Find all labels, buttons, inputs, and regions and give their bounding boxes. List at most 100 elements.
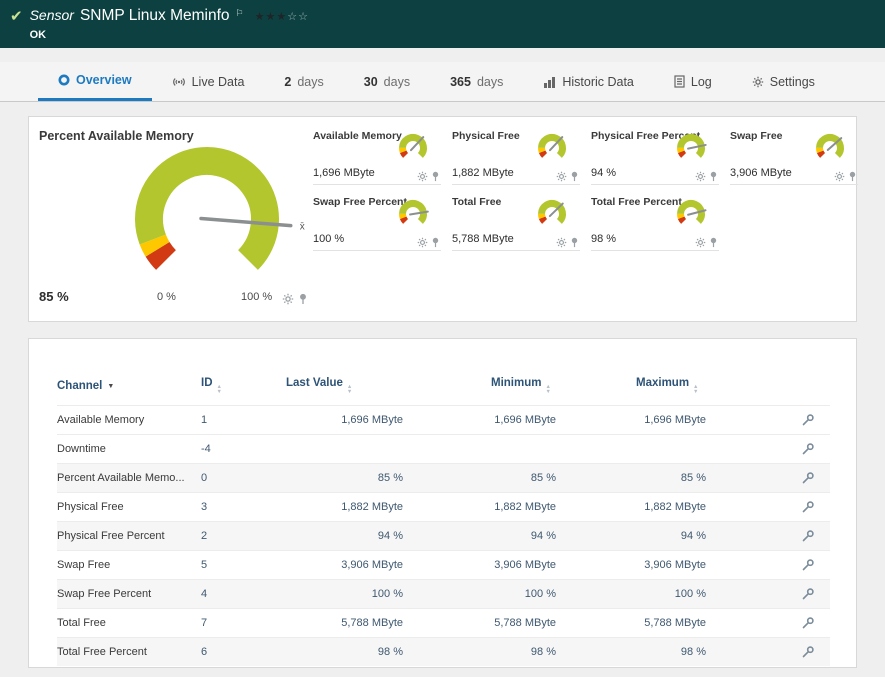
gauges-panel: Percent Available Memory x̄ 85 % 0 % 100… (28, 116, 857, 322)
gear-icon[interactable] (556, 237, 567, 248)
minimum-cell: 3,906 MByte (491, 551, 636, 580)
mini-gauge-dial (393, 130, 433, 166)
sensor-header: ✔ Sensor SNMP Linux Meminfo ⚐ ★★★☆☆ OK (0, 0, 885, 48)
mini-gauge-dial (532, 130, 572, 166)
mini-gauge-dial (671, 130, 711, 166)
column-header-maximum[interactable]: Maximum▲▼ (636, 369, 786, 406)
tab-label: days (477, 75, 503, 89)
empty-cell (730, 195, 858, 251)
table-row[interactable]: Swap Free Percent 4 100 % 100 % 100 % (57, 580, 830, 609)
gauge-min-label: 0 % (157, 291, 176, 303)
channel-settings-wrench-icon[interactable] (801, 471, 815, 485)
gear-icon[interactable] (282, 293, 294, 305)
table-row[interactable]: Total Free 7 5,788 MByte 5,788 MByte 5,7… (57, 609, 830, 638)
table-row[interactable]: Physical Free Percent 2 94 % 94 % 94 % (57, 522, 830, 551)
channel-id-cell: 3 (201, 493, 286, 522)
last-value-cell (286, 435, 491, 464)
channel-name-cell[interactable]: Swap Free Percent (57, 580, 201, 609)
channel-settings-wrench-icon[interactable] (801, 587, 815, 601)
channel-id-cell: 5 (201, 551, 286, 580)
overview-gauge-icon (58, 74, 70, 86)
sort-desc-icon: ▼ (107, 383, 114, 390)
column-header-last-value[interactable]: Last Value▲▼ (286, 369, 491, 406)
maximum-cell: 5,788 MByte (636, 609, 786, 638)
table-row[interactable]: Percent Available Memo... 0 85 % 85 % 85… (57, 464, 830, 493)
channel-settings-wrench-icon[interactable] (801, 529, 815, 543)
mini-gauge-value: 94 % (591, 167, 616, 179)
pin-icon[interactable] (708, 171, 719, 182)
channel-name-cell[interactable]: Physical Free Percent (57, 522, 201, 551)
mini-gauge-value: 100 % (313, 233, 344, 245)
maximum-cell: 98 % (636, 638, 786, 667)
gear-icon[interactable] (695, 171, 706, 182)
main-gauge-dial: x̄ (77, 127, 327, 287)
tab-historic-data[interactable]: Historic Data (523, 62, 654, 101)
last-value-cell: 94 % (286, 522, 491, 551)
tab-overview[interactable]: Overview (38, 62, 152, 101)
table-row[interactable]: Swap Free 5 3,906 MByte 3,906 MByte 3,90… (57, 551, 830, 580)
pin-icon[interactable] (569, 237, 580, 248)
channel-name-cell[interactable]: Total Free (57, 609, 201, 638)
channel-settings-wrench-icon[interactable] (801, 645, 815, 659)
status-check-icon: ✔ (10, 9, 23, 24)
tab-label: days (297, 75, 323, 89)
status-badge: OK (30, 29, 309, 41)
last-value-cell: 5,788 MByte (286, 609, 491, 638)
pin-icon[interactable] (847, 171, 858, 182)
mini-gauge-title: Total Free (452, 196, 501, 208)
pin-icon[interactable] (708, 237, 719, 248)
maximum-cell: 94 % (636, 522, 786, 551)
tab-30-days[interactable]: 30 days (344, 62, 430, 101)
column-header-id[interactable]: ID▲▼ (201, 369, 286, 406)
channel-name-cell[interactable]: Percent Available Memo... (57, 464, 201, 493)
channel-name-cell[interactable]: Physical Free (57, 493, 201, 522)
priority-flag-icon[interactable]: ⚐ (236, 8, 244, 19)
mini-gauge-value: 1,696 MByte (313, 167, 375, 179)
gauge-max-label: 100 % (241, 291, 272, 303)
channel-name-cell[interactable]: Swap Free (57, 551, 201, 580)
table-row[interactable]: Total Free Percent 6 98 % 98 % 98 % (57, 638, 830, 667)
column-label: ID (201, 377, 213, 389)
column-header-channel[interactable]: Channel▼ (57, 369, 201, 406)
mini-gauge-cell: Physical Free 1,882 MByte (452, 129, 580, 185)
tab-number: 30 (364, 75, 378, 89)
minimum-cell (491, 435, 636, 464)
channel-settings-wrench-icon[interactable] (801, 442, 815, 456)
gear-icon[interactable] (556, 171, 567, 182)
pin-icon[interactable] (430, 237, 441, 248)
channel-name-cell[interactable]: Available Memory (57, 406, 201, 435)
tab-2-days[interactable]: 2 days (264, 62, 343, 101)
tab-log[interactable]: Log (654, 62, 732, 101)
pin-icon[interactable] (297, 293, 309, 305)
table-row[interactable]: Downtime -4 (57, 435, 830, 464)
gear-icon[interactable] (417, 171, 428, 182)
column-header-minimum[interactable]: Minimum▲▼ (491, 369, 636, 406)
table-row[interactable]: Available Memory 1 1,696 MByte 1,696 MBy… (57, 406, 830, 435)
column-label: Last Value (286, 377, 343, 389)
mini-gauge-cell: Physical Free Percent 94 % (591, 129, 719, 185)
gear-icon[interactable] (695, 237, 706, 248)
gear-icon[interactable] (417, 237, 428, 248)
tab-number: 365 (450, 75, 471, 89)
tab-365-days[interactable]: 365 days (430, 62, 523, 101)
last-value-cell: 1,882 MByte (286, 493, 491, 522)
table-row[interactable]: Physical Free 3 1,882 MByte 1,882 MByte … (57, 493, 830, 522)
channel-settings-wrench-icon[interactable] (801, 558, 815, 572)
pin-icon[interactable] (430, 171, 441, 182)
gear-icon[interactable] (834, 171, 845, 182)
channel-settings-wrench-icon[interactable] (801, 500, 815, 514)
last-value-cell: 98 % (286, 638, 491, 667)
channel-name-cell[interactable]: Downtime (57, 435, 201, 464)
minimum-cell: 94 % (491, 522, 636, 551)
sort-icons: ▲▼ (545, 385, 550, 394)
page-title: SNMP Linux Meminfo (80, 7, 230, 25)
channel-settings-wrench-icon[interactable] (801, 413, 815, 427)
tab-live-data[interactable]: Live Data (152, 62, 265, 101)
mini-gauge-title: Physical Free (452, 130, 520, 142)
channel-name-cell[interactable]: Total Free Percent (57, 638, 201, 667)
channel-settings-wrench-icon[interactable] (801, 616, 815, 630)
priority-stars[interactable]: ★★★☆☆ (255, 10, 309, 23)
tab-settings[interactable]: Settings (732, 62, 835, 101)
pin-icon[interactable] (569, 171, 580, 182)
mini-gauge-title: Available Memory (313, 130, 402, 142)
